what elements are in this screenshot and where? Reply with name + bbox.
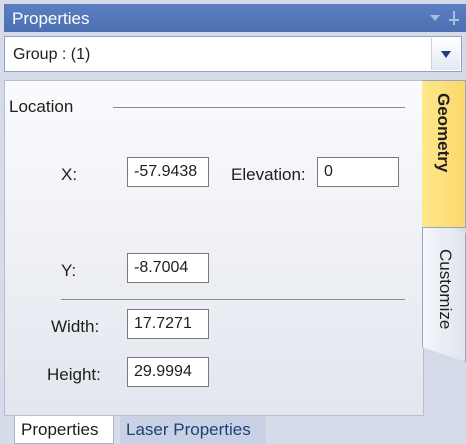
tab-customize-label: Customize	[436, 249, 455, 330]
pin-icon[interactable]	[448, 11, 460, 25]
location-divider	[113, 107, 405, 108]
group-selector-dropdown-button[interactable]	[431, 38, 460, 70]
tab-properties-label: Properties	[21, 420, 99, 439]
elevation-field[interactable]: 0	[317, 157, 399, 187]
tab-laser-properties-label: Laser Properties	[126, 420, 251, 439]
tab-laser-properties[interactable]: Laser Properties	[120, 416, 266, 444]
tab-properties[interactable]: Properties	[14, 416, 114, 444]
geometry-content: Location X: -57.9438 Elevation: 0 Y: -8.…	[4, 80, 424, 416]
tab-customize[interactable]: Customize	[422, 212, 466, 362]
width-field[interactable]: 17.7271	[127, 309, 209, 339]
y-label: Y:	[61, 261, 77, 280]
chevron-down-icon	[441, 51, 451, 58]
window-position-dropdown-icon[interactable]	[430, 15, 440, 21]
y-field[interactable]: -8.7004	[127, 253, 209, 283]
x-label: X:	[61, 165, 78, 184]
x-field[interactable]: -57.9438	[127, 157, 209, 187]
group-selector[interactable]: Group : (1)	[4, 36, 462, 72]
size-divider	[61, 299, 405, 300]
group-selector-value: Group : (1)	[13, 46, 91, 63]
width-label: Width:	[51, 317, 100, 336]
properties-panel: Properties Group : (1) Location X: -57.9…	[0, 0, 466, 444]
height-field[interactable]: 29.9994	[127, 357, 209, 387]
tab-geometry[interactable]: Geometry	[422, 80, 466, 228]
location-section-title: Location	[9, 97, 74, 116]
elevation-label: Elevation:	[231, 165, 306, 184]
title-buttons	[422, 11, 462, 25]
panel-titlebar: Properties	[4, 4, 466, 32]
bottom-tab-strip: Properties Laser Properties	[0, 416, 466, 444]
tab-geometry-label: Geometry	[434, 93, 453, 173]
height-label: Height:	[47, 365, 101, 384]
panel-title: Properties	[12, 9, 90, 28]
